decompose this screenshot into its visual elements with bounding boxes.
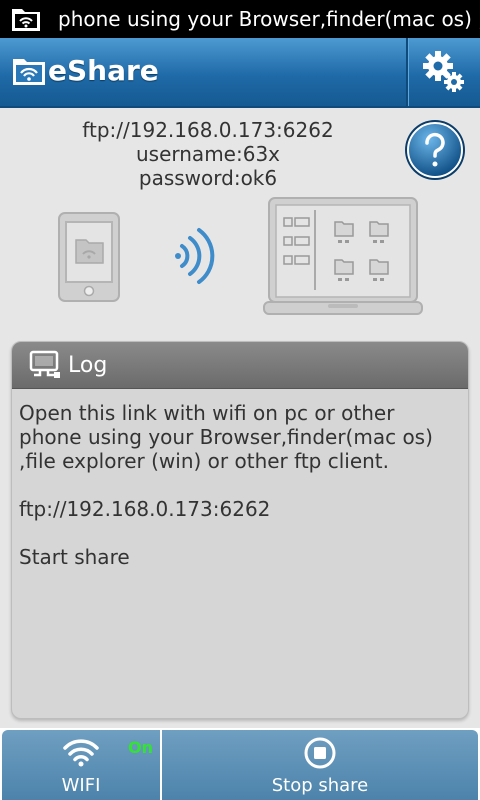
stop-share-button[interactable]: Stop share (162, 730, 478, 800)
wifi-status-badge: On (128, 738, 153, 757)
bottom-bar: On WIFI Stop share (0, 728, 480, 800)
folder-wifi-icon (13, 59, 45, 85)
log-line: Open this link with wifi on pc or other … (19, 401, 433, 473)
app-title: eShare (48, 54, 159, 87)
settings-button[interactable] (408, 38, 480, 106)
app-header: eShare (0, 38, 480, 108)
folder-wifi-icon (12, 9, 40, 31)
log-header: Log (12, 342, 468, 389)
laptop-icon (263, 197, 423, 315)
wifi-label: WIFI (61, 775, 101, 796)
gear-icon (423, 51, 464, 92)
log-line: ftp://192.168.0.173:6262 (19, 497, 271, 521)
help-button[interactable] (403, 118, 467, 182)
wifi-icon (63, 739, 99, 767)
log-line: Start share (19, 545, 130, 569)
log-panel: Log Open this link with wifi on pc or ot… (11, 341, 469, 719)
log-body: Open this link with wifi on pc or other … (12, 389, 468, 569)
status-notification-text: phone using your Browser,finder(mac os) … (58, 7, 480, 31)
computer-icon (29, 350, 60, 378)
password: password:ok6 (138, 166, 278, 190)
username: username:63x (135, 142, 280, 166)
help-icon (405, 120, 465, 180)
log-title: Log (68, 352, 108, 378)
stop-share-label: Stop share (271, 775, 369, 796)
stop-icon (304, 737, 336, 769)
status-bar: phone using your Browser,finder(mac os) … (0, 0, 480, 38)
ftp-url: ftp://192.168.0.173:6262 (82, 118, 334, 142)
wifi-toggle-button[interactable]: On WIFI (2, 730, 160, 800)
wifi-signal-icon (175, 228, 215, 284)
phone-icon (58, 212, 120, 302)
connection-info: ftp://192.168.0.173:6262 username:63x pa… (40, 118, 376, 190)
